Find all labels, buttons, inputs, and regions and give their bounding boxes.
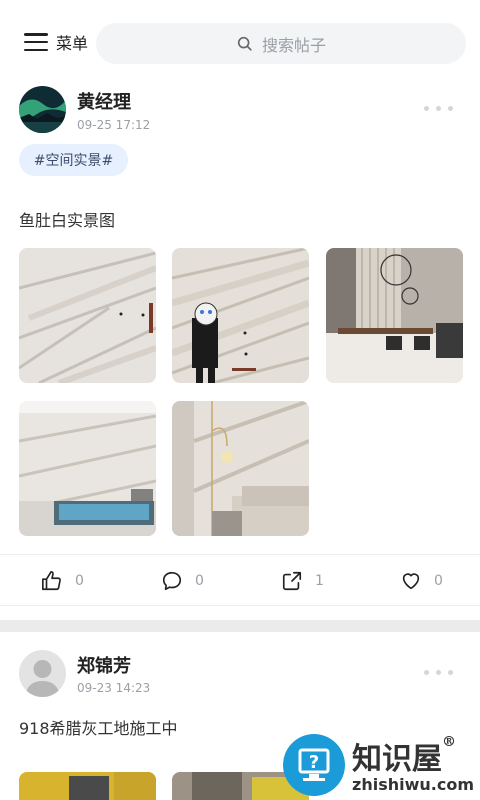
help-icon: ? [283, 734, 345, 796]
watermark-title: 知识屋® [352, 734, 456, 777]
post-image[interactable] [19, 772, 156, 800]
avatar[interactable] [19, 650, 66, 697]
watermark-url: zhishiwu.com [352, 775, 474, 794]
watermark-logo: ? 知识屋® zhishiwu.com [280, 728, 480, 800]
author-name[interactable]: 郑锦芳 [77, 652, 131, 678]
post-content: 918希腊灰工地施工中 [19, 719, 178, 738]
svg-text:?: ? [309, 752, 319, 773]
more-options-button[interactable] [424, 670, 453, 675]
post-time: 09-23 14:23 [77, 681, 151, 695]
post-card: 郑锦芳 09-23 14:23 918希腊灰工地施工中 [0, 0, 480, 800]
